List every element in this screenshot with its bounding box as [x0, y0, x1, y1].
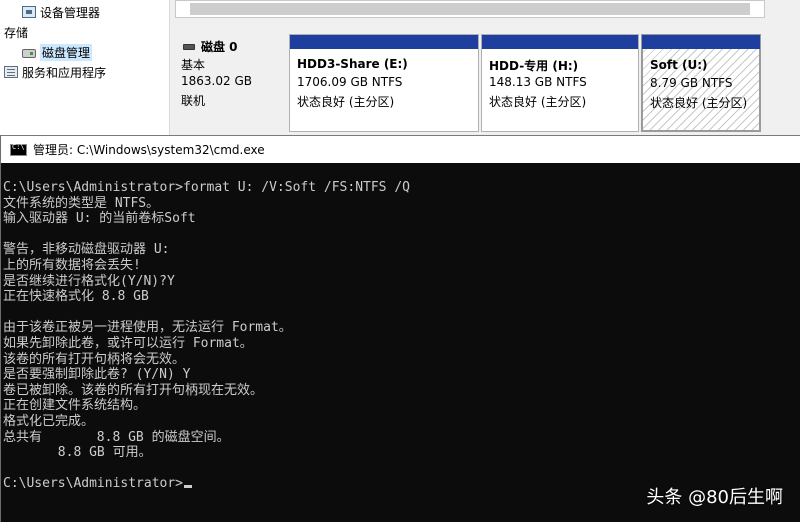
tree-item-services-and-applications[interactable]: 服务和应用程序: [4, 63, 106, 81]
volume-bar: [482, 35, 638, 49]
disk-size: 1863.02 GB: [181, 74, 252, 88]
disk-management-window: 设备管理器 存储 磁盘管理 服务和应用程序 磁盘 0 基本 1863.02 GB…: [0, 0, 800, 135]
tree-item-storage[interactable]: 存储: [4, 23, 28, 41]
volume-h[interactable]: HDD-专用 (H:) 148.13 GB NTFS 状态良好 (主分区): [481, 34, 639, 132]
volume-name: HDD-专用 (H:): [489, 59, 579, 73]
console-line: 文件系统的类型是 NTFS。: [3, 195, 160, 211]
cmd-titlebar[interactable]: 管理员: C:\Windows\system32\cmd.exe: [1, 135, 800, 163]
navigation-tree: 设备管理器 存储 磁盘管理 服务和应用程序: [0, 0, 170, 135]
console-line: 卷已被卸除。该卷的所有打开句柄现在无效。: [3, 382, 264, 398]
scrollbar-corner: [766, 0, 800, 18]
disk-status: 联机: [181, 94, 206, 108]
console-line: 8.8 GB 可用。: [3, 445, 152, 461]
tree-item-label: 设备管理器: [40, 5, 101, 20]
tree-item-label: 磁盘管理: [40, 43, 93, 61]
watermark: 头条 @80后生啊: [646, 487, 783, 508]
volume-e[interactable]: HDD3-Share (E:) 1706.09 GB NTFS 状态良好 (主分…: [289, 34, 479, 132]
services-icon: [4, 66, 18, 78]
disk-management-icon: [22, 48, 36, 58]
console-area[interactable]: C:\Users\Administrator>format U: /V:Soft…: [1, 163, 800, 522]
console-line: 警告，非移动磁盘驱动器 U:: [3, 242, 170, 258]
console-line: 格式化已完成。: [3, 413, 95, 429]
console-line: 正在快速格式化 8.8 GB: [3, 289, 149, 305]
text-cursor: [184, 485, 193, 489]
scrollbar-thumb[interactable]: [190, 3, 750, 15]
console-line: C:\Users\Administrator>format U: /V:Soft…: [3, 180, 410, 195]
tree-item-label: 存储: [4, 25, 29, 40]
volume-bar: [290, 35, 478, 49]
console-line: 总共有 8.8 GB 的磁盘空间。: [3, 429, 230, 445]
console-line: 是否继续进行格式化(Y/N)?Y: [3, 273, 175, 289]
window-title: 管理员: C:\Windows\system32\cmd.exe: [33, 143, 265, 157]
disk-title-label: 磁盘 0: [201, 40, 238, 54]
volume-status: 状态良好 (主分区): [297, 95, 395, 109]
volume-size: 148.13 GB NTFS: [489, 75, 587, 89]
console-line: 输入驱动器 U: 的当前卷标Soft: [3, 211, 196, 227]
volume-status: 状态良好 (主分区): [489, 95, 587, 109]
console-line: C:\Users\Administrator>: [3, 476, 410, 492]
tree-item-device-manager[interactable]: 设备管理器: [22, 3, 100, 21]
console-output[interactable]: C:\Users\Administrator>format U: /V:Soft…: [3, 180, 410, 492]
disk-type: 基本: [181, 58, 206, 72]
device-manager-icon: [22, 6, 36, 18]
console-line: 正在创建文件系统结构。: [3, 398, 147, 414]
volume-name: HDD3-Share (E:): [297, 57, 408, 71]
console-line: 如果先卸除此卷，或许可以运行 Format。: [3, 335, 253, 351]
volume-status: 状态良好 (主分区): [650, 96, 748, 110]
volume-u[interactable]: Soft (U:) 8.79 GB NTFS 状态良好 (主分区): [641, 34, 761, 132]
horizontal-scrollbar[interactable]: [175, 0, 765, 18]
disk-info-panel[interactable]: 磁盘 0 基本 1863.02 GB 联机: [175, 32, 287, 132]
disk-title: 磁盘 0: [183, 38, 238, 55]
console-line: 是否要强制卸除此卷? (Y/N) Y: [3, 367, 191, 383]
console-line: 由于该卷正被另一进程使用，无法运行 Format。: [3, 320, 292, 336]
tree-item-disk-management[interactable]: 磁盘管理: [22, 43, 93, 61]
console-icon: [10, 143, 27, 156]
volume-size: 8.79 GB NTFS: [650, 76, 733, 90]
hard-disk-icon: [183, 43, 195, 50]
volume-name: Soft (U:): [650, 58, 708, 72]
volume-size: 1706.09 GB NTFS: [297, 75, 403, 89]
tree-item-label: 服务和应用程序: [22, 65, 107, 80]
cmd-window[interactable]: 管理员: C:\Windows\system32\cmd.exe C:\User…: [0, 135, 800, 522]
volume-bar: [642, 35, 760, 49]
console-line: 该卷的所有打开句柄将会无效。: [3, 351, 186, 367]
console-line: 上的所有数据将会丢失!: [3, 257, 141, 273]
